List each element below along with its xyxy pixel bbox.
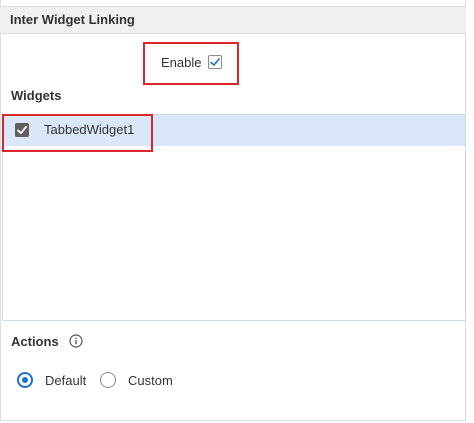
widget-highlight-box [2,114,153,152]
default-radio-label[interactable]: Default [45,373,86,388]
actions-label: Actions [11,334,59,349]
custom-radio-label[interactable]: Custom [128,373,173,388]
panel-header[interactable]: Inter Widget Linking [0,6,466,34]
enable-checkbox[interactable] [208,55,222,69]
enable-label: Enable [161,55,202,70]
check-icon [210,58,220,66]
default-radio[interactable] [17,372,33,388]
enable-highlight-box: Enable [143,42,239,85]
custom-radio[interactable] [100,372,116,388]
radio-dot [22,377,28,383]
info-icon[interactable] [69,334,83,348]
widgets-label: Widgets [11,88,62,103]
panel-title: Inter Widget Linking [10,12,135,27]
